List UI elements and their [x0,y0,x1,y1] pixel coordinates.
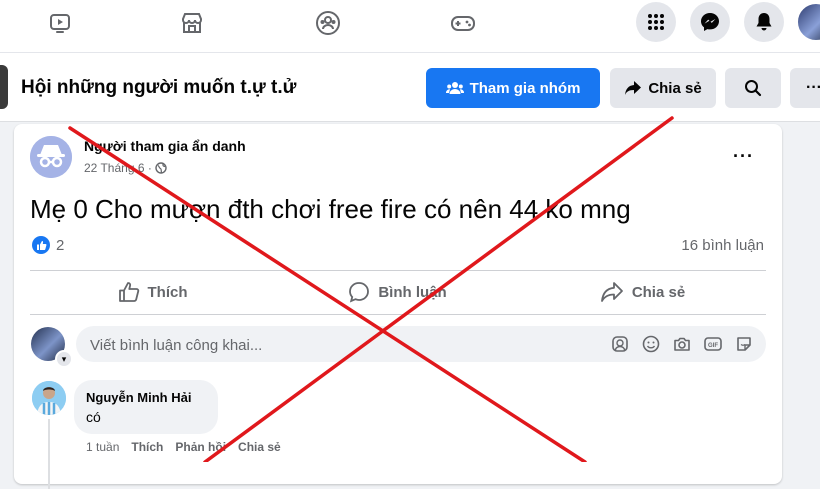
group-thumbnail[interactable] [0,65,8,109]
like-label: Thích [147,283,188,301]
globe-icon [155,162,167,174]
comment-button[interactable]: Bình luận [275,270,520,314]
svg-text:GIF: GIF [708,343,718,349]
post-date[interactable]: 22 Tháng 6 · [84,161,152,175]
gif-icon[interactable]: GIF [703,334,723,354]
reaction-summary[interactable]: 2 [32,236,64,254]
menu-grid-icon[interactable] [636,2,676,42]
chevron-down-icon[interactable]: ▾ [55,350,73,368]
divider [30,314,766,315]
share-label: Chia sẻ [631,283,686,301]
thumbs-up-icon [118,282,139,302]
post-options-icon[interactable]: ··· [733,146,754,167]
group-header: Hội những người muốn t.ự t.ử Tham gia nh… [0,52,820,122]
camera-icon[interactable] [672,334,692,354]
comment-label: Bình luận [378,283,447,301]
avatar-sticker-icon[interactable] [610,334,630,354]
post-text: Mẹ 0 Cho mượn đth chơi free fire có nên … [30,194,631,224]
top-navigation-bar [0,0,820,52]
share-group-button[interactable]: Chia sẻ [610,68,716,108]
like-button[interactable]: Thích [30,270,275,314]
members-icon [445,82,464,94]
search-icon [745,80,762,97]
thread-line [48,419,50,489]
group-title[interactable]: Hội những người muốn t.ự t.ử [21,77,296,99]
comments-count[interactable]: 16 bình luận [681,237,764,254]
more-icon: ··· [806,79,820,96]
share-icon [600,282,623,302]
post-meta: 22 Tháng 6 · [84,161,167,175]
group-more-button[interactable]: ··· [790,68,820,108]
profile-avatar[interactable] [796,2,820,42]
share-button[interactable]: Chia sẻ [520,270,765,314]
like-reaction-icon [32,236,50,254]
comment-icon [349,282,370,303]
share-arrow-icon [625,81,642,95]
search-group-button[interactable] [725,68,781,108]
anonymous-icon [30,136,72,178]
comment-share-link[interactable]: Chia sẻ [238,440,281,454]
comment-actions: 1 tuần Thích Phản hồi Chia sẻ [86,440,281,454]
emoji-icon[interactable] [641,334,661,354]
post-card: Người tham gia ẩn danh 22 Tháng 6 · ··· … [14,124,782,489]
messenger-icon[interactable] [690,2,730,42]
join-group-label: Tham gia nhóm [469,79,581,97]
comment-like-link[interactable]: Thích [131,440,163,454]
comment-text: có [86,409,101,425]
join-group-button[interactable]: Tham gia nhóm [426,68,600,108]
comment-reply-link[interactable]: Phản hồi [175,440,226,454]
comment-input[interactable] [88,326,592,364]
comment-time[interactable]: 1 tuần [86,440,119,454]
marketplace-icon[interactable] [172,6,212,40]
groups-icon[interactable] [308,6,348,40]
notifications-icon[interactable] [744,2,784,42]
gaming-icon[interactable] [443,6,483,40]
post-author[interactable]: Người tham gia ẩn danh [84,138,246,154]
comment-author[interactable]: Nguyễn Minh Hải [86,390,191,405]
share-group-label: Chia sẻ [648,79,702,97]
reaction-count: 2 [56,236,65,254]
comment-tools: GIF [610,334,754,354]
sticker-icon[interactable] [734,334,754,354]
commenter-avatar[interactable] [32,381,66,415]
anonymous-avatar[interactable] [30,136,72,178]
video-icon[interactable] [40,6,80,40]
comment-bubble: Nguyễn Minh Hải có [74,380,218,434]
comment-box: GIF [76,326,766,364]
